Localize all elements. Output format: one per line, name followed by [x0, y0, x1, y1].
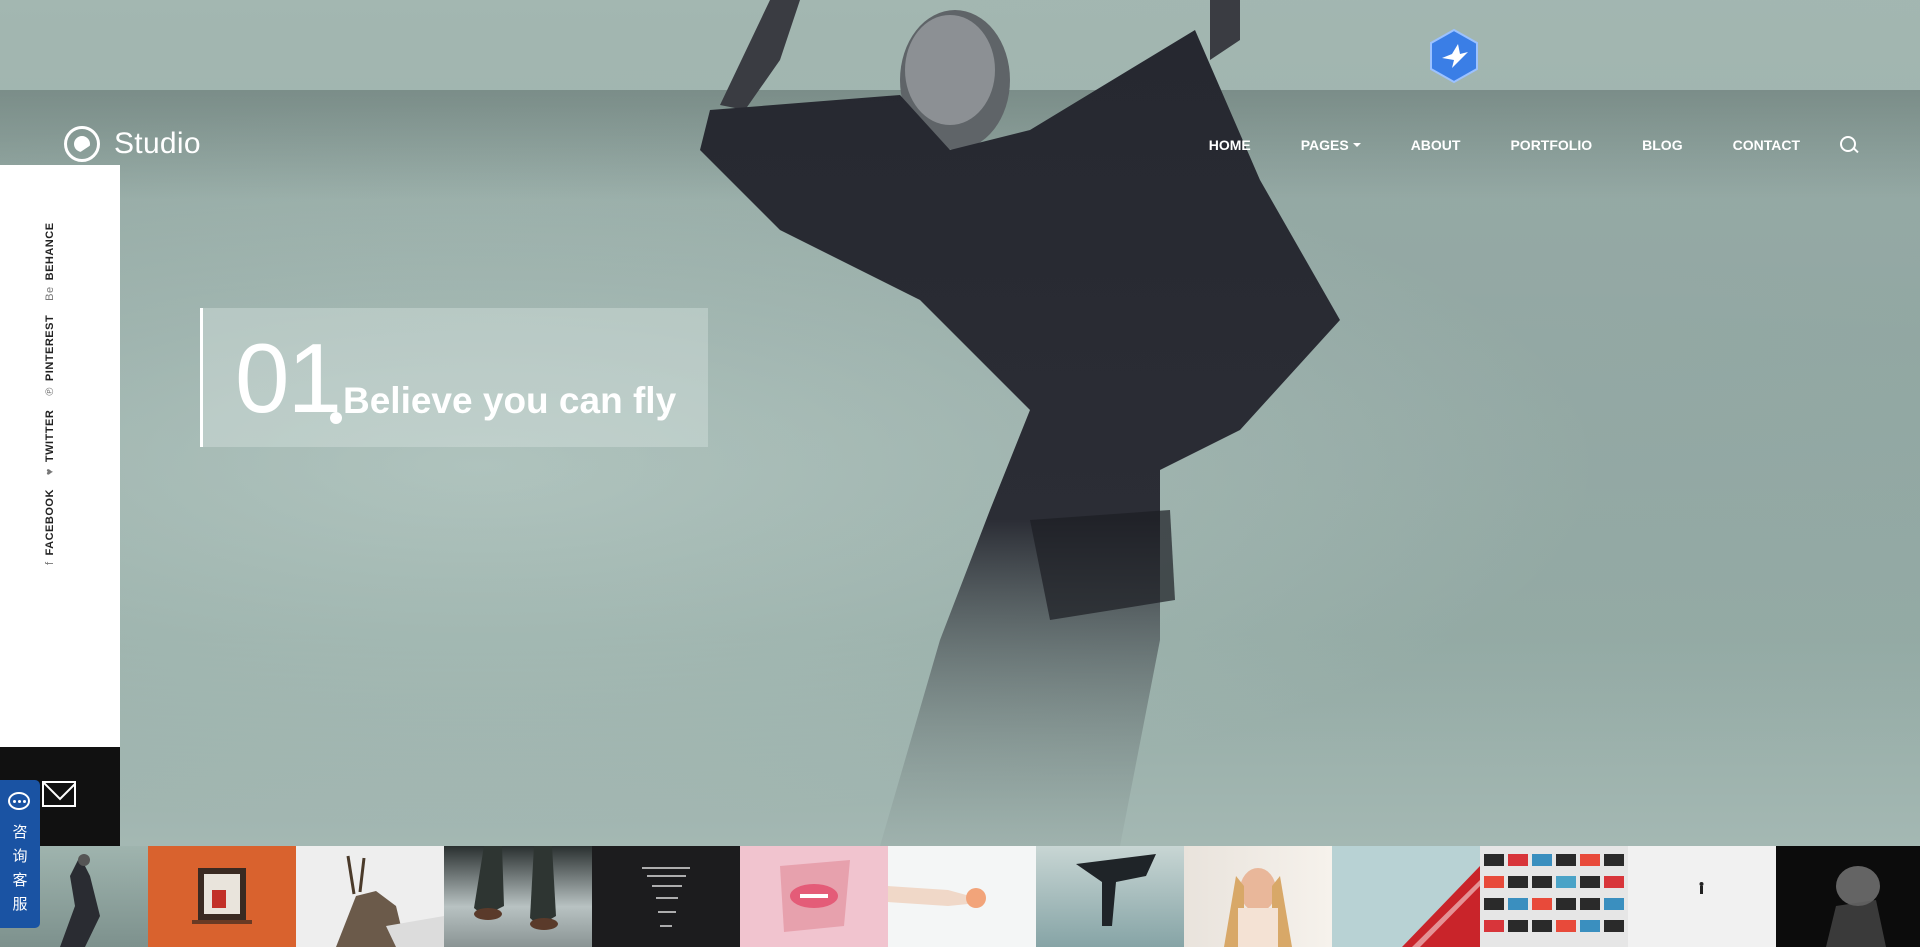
- customer-service-chat[interactable]: 咨 询 客 服: [0, 780, 40, 928]
- chat-label-char: 询: [12, 847, 28, 865]
- behance-label: BEHANCE: [44, 222, 56, 281]
- logo-icon: [64, 126, 100, 162]
- thumbnail-hand-flower[interactable]: [888, 846, 1036, 947]
- thumbnail-dark-lines[interactable]: [592, 846, 740, 947]
- hand-flower-thumb-icon: [888, 886, 986, 908]
- behance-icon: Be: [44, 286, 56, 301]
- thumbnail-deer[interactable]: [296, 846, 444, 947]
- nav-portfolio[interactable]: PORTFOLIO: [1510, 137, 1592, 153]
- snow-walker-thumb-icon: [1699, 882, 1704, 894]
- bird-badge-icon[interactable]: [1428, 28, 1480, 84]
- facebook-label: FACEBOOK: [44, 489, 56, 556]
- chevron-down-icon: [1352, 143, 1361, 147]
- slide-number-dot: [330, 412, 342, 424]
- pink-lips-thumb-icon: [780, 860, 850, 932]
- site-logo[interactable]: Studio: [64, 126, 201, 162]
- orange-wall-thumb-icon: [192, 868, 252, 924]
- pinterest-icon: ℗: [44, 387, 56, 396]
- twitter-label: TWITTER: [44, 409, 56, 463]
- mail-icon[interactable]: [42, 781, 76, 807]
- chat-label-char: 服: [12, 895, 28, 913]
- nav-portfolio-label: PORTFOLIO: [1510, 137, 1593, 153]
- deer-thumb-icon: [336, 855, 444, 947]
- nav-about-label: ABOUT: [1410, 137, 1461, 153]
- nav-blog-label: BLOG: [1642, 137, 1683, 153]
- twitter-link[interactable]: ♥ TWITTER: [44, 410, 56, 475]
- twitter-icon: ♥: [44, 468, 56, 476]
- social-links: f FACEBOOK ♥ TWITTER ℗ PINTEREST Be BEHA…: [44, 208, 56, 565]
- pinterest-link[interactable]: ℗ PINTEREST: [44, 315, 56, 396]
- thumbnail-boots[interactable]: [444, 846, 592, 947]
- slide-caption: 01 Believe you can fly: [200, 308, 708, 447]
- thumbnail-smoke-portrait[interactable]: [1776, 846, 1920, 947]
- facebook-link[interactable]: f FACEBOOK: [44, 489, 56, 565]
- behance-link[interactable]: Be BEHANCE: [44, 222, 56, 300]
- nav-pages[interactable]: PAGES: [1301, 137, 1361, 153]
- chat-bubble-icon: [8, 792, 30, 810]
- nav-blog[interactable]: BLOG: [1642, 137, 1682, 153]
- nav-contact-label: CONTACT: [1732, 137, 1800, 153]
- slide-title: Believe you can fly: [343, 380, 677, 421]
- nav-about[interactable]: ABOUT: [1411, 137, 1461, 153]
- thumbnail-woman-curtain[interactable]: [1184, 846, 1332, 947]
- dark-lines-thumb-icon: [642, 867, 690, 927]
- thumbnail-snow-walker[interactable]: [1628, 846, 1776, 947]
- nav-contact[interactable]: CONTACT: [1733, 137, 1800, 153]
- main-nav: HOME PAGES ABOUT PORTFOLIO BLOG CONTACT: [1159, 136, 1858, 154]
- red-building-thumb-icon: [1402, 866, 1480, 947]
- nav-home[interactable]: HOME: [1209, 137, 1251, 153]
- thumbnail-orange-wall[interactable]: [148, 846, 296, 947]
- search-icon[interactable]: [1840, 136, 1858, 154]
- colorful-facade-thumb-icon: [1484, 854, 1624, 932]
- chat-label-char: 咨: [12, 823, 28, 841]
- thumbnail-red-building[interactable]: [1332, 846, 1480, 947]
- slide-number: 01: [235, 323, 342, 433]
- chat-label-char: 客: [12, 871, 28, 889]
- thumbnail-pink-lips[interactable]: [740, 846, 888, 947]
- cape-figure-thumb-icon: [1076, 854, 1156, 926]
- nav-pages-label: PAGES: [1300, 137, 1349, 153]
- social-sidebar: [0, 165, 120, 747]
- facebook-icon: f: [44, 561, 56, 565]
- pinterest-label: PINTEREST: [44, 314, 56, 382]
- smoke-portrait-thumb-icon: [1826, 866, 1886, 947]
- thumbnail-colorful-facade[interactable]: [1480, 846, 1628, 947]
- boots-thumb-icon: [474, 846, 558, 930]
- chat-label: 咨 询 客 服: [0, 820, 40, 916]
- nav-home-label: HOME: [1208, 137, 1251, 153]
- thumbnail-cape-figure[interactable]: [1036, 846, 1184, 947]
- thumbnail-strip: [0, 846, 1920, 947]
- brand-name: Studio: [114, 127, 201, 160]
- hero-figure-image: [700, 0, 1340, 846]
- woman-curtain-thumb-icon: [1224, 868, 1292, 947]
